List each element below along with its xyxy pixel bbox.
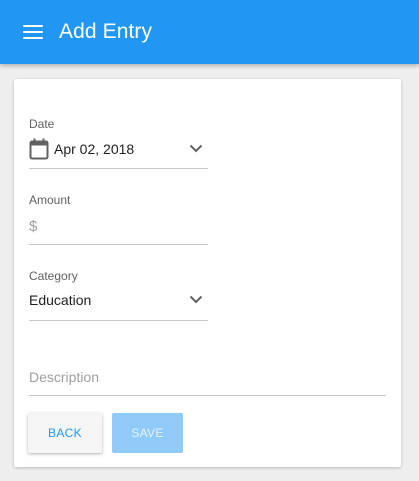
entry-form-card: Date Apr 02, 2018 Amount $ Category Educ…	[14, 79, 401, 467]
date-value: Apr 02, 2018	[54, 141, 135, 157]
category-value: Education	[29, 292, 92, 308]
calendar-icon[interactable]	[29, 138, 49, 160]
page-title: Add Entry	[59, 20, 153, 43]
category-label: Category	[29, 269, 78, 283]
chevron-down-icon[interactable]	[189, 144, 203, 153]
menu-icon[interactable]	[23, 24, 43, 40]
category-select[interactable]: Education	[29, 290, 91, 310]
date-field[interactable]: Date Apr 02, 2018	[29, 113, 208, 169]
date-select[interactable]: Apr 02, 2018	[29, 138, 134, 160]
description-placeholder: Description	[29, 369, 100, 385]
back-button[interactable]: BACK	[28, 413, 102, 453]
save-button[interactable]: SAVE	[112, 413, 183, 453]
app-bar: Add Entry	[0, 0, 419, 64]
description-underline	[29, 395, 386, 396]
date-underline	[29, 168, 208, 169]
description-field[interactable]: Description	[29, 359, 386, 397]
currency-prefix: $	[29, 217, 38, 235]
amount-field[interactable]: Amount $	[29, 189, 208, 245]
date-label: Date	[29, 117, 55, 131]
amount-input[interactable]: $	[29, 216, 41, 236]
category-underline	[29, 320, 208, 321]
amount-underline	[29, 244, 208, 245]
category-field[interactable]: Category Education	[29, 265, 208, 321]
chevron-down-icon[interactable]	[189, 295, 203, 304]
description-input[interactable]: Description	[29, 367, 99, 387]
amount-label: Amount	[29, 193, 71, 207]
